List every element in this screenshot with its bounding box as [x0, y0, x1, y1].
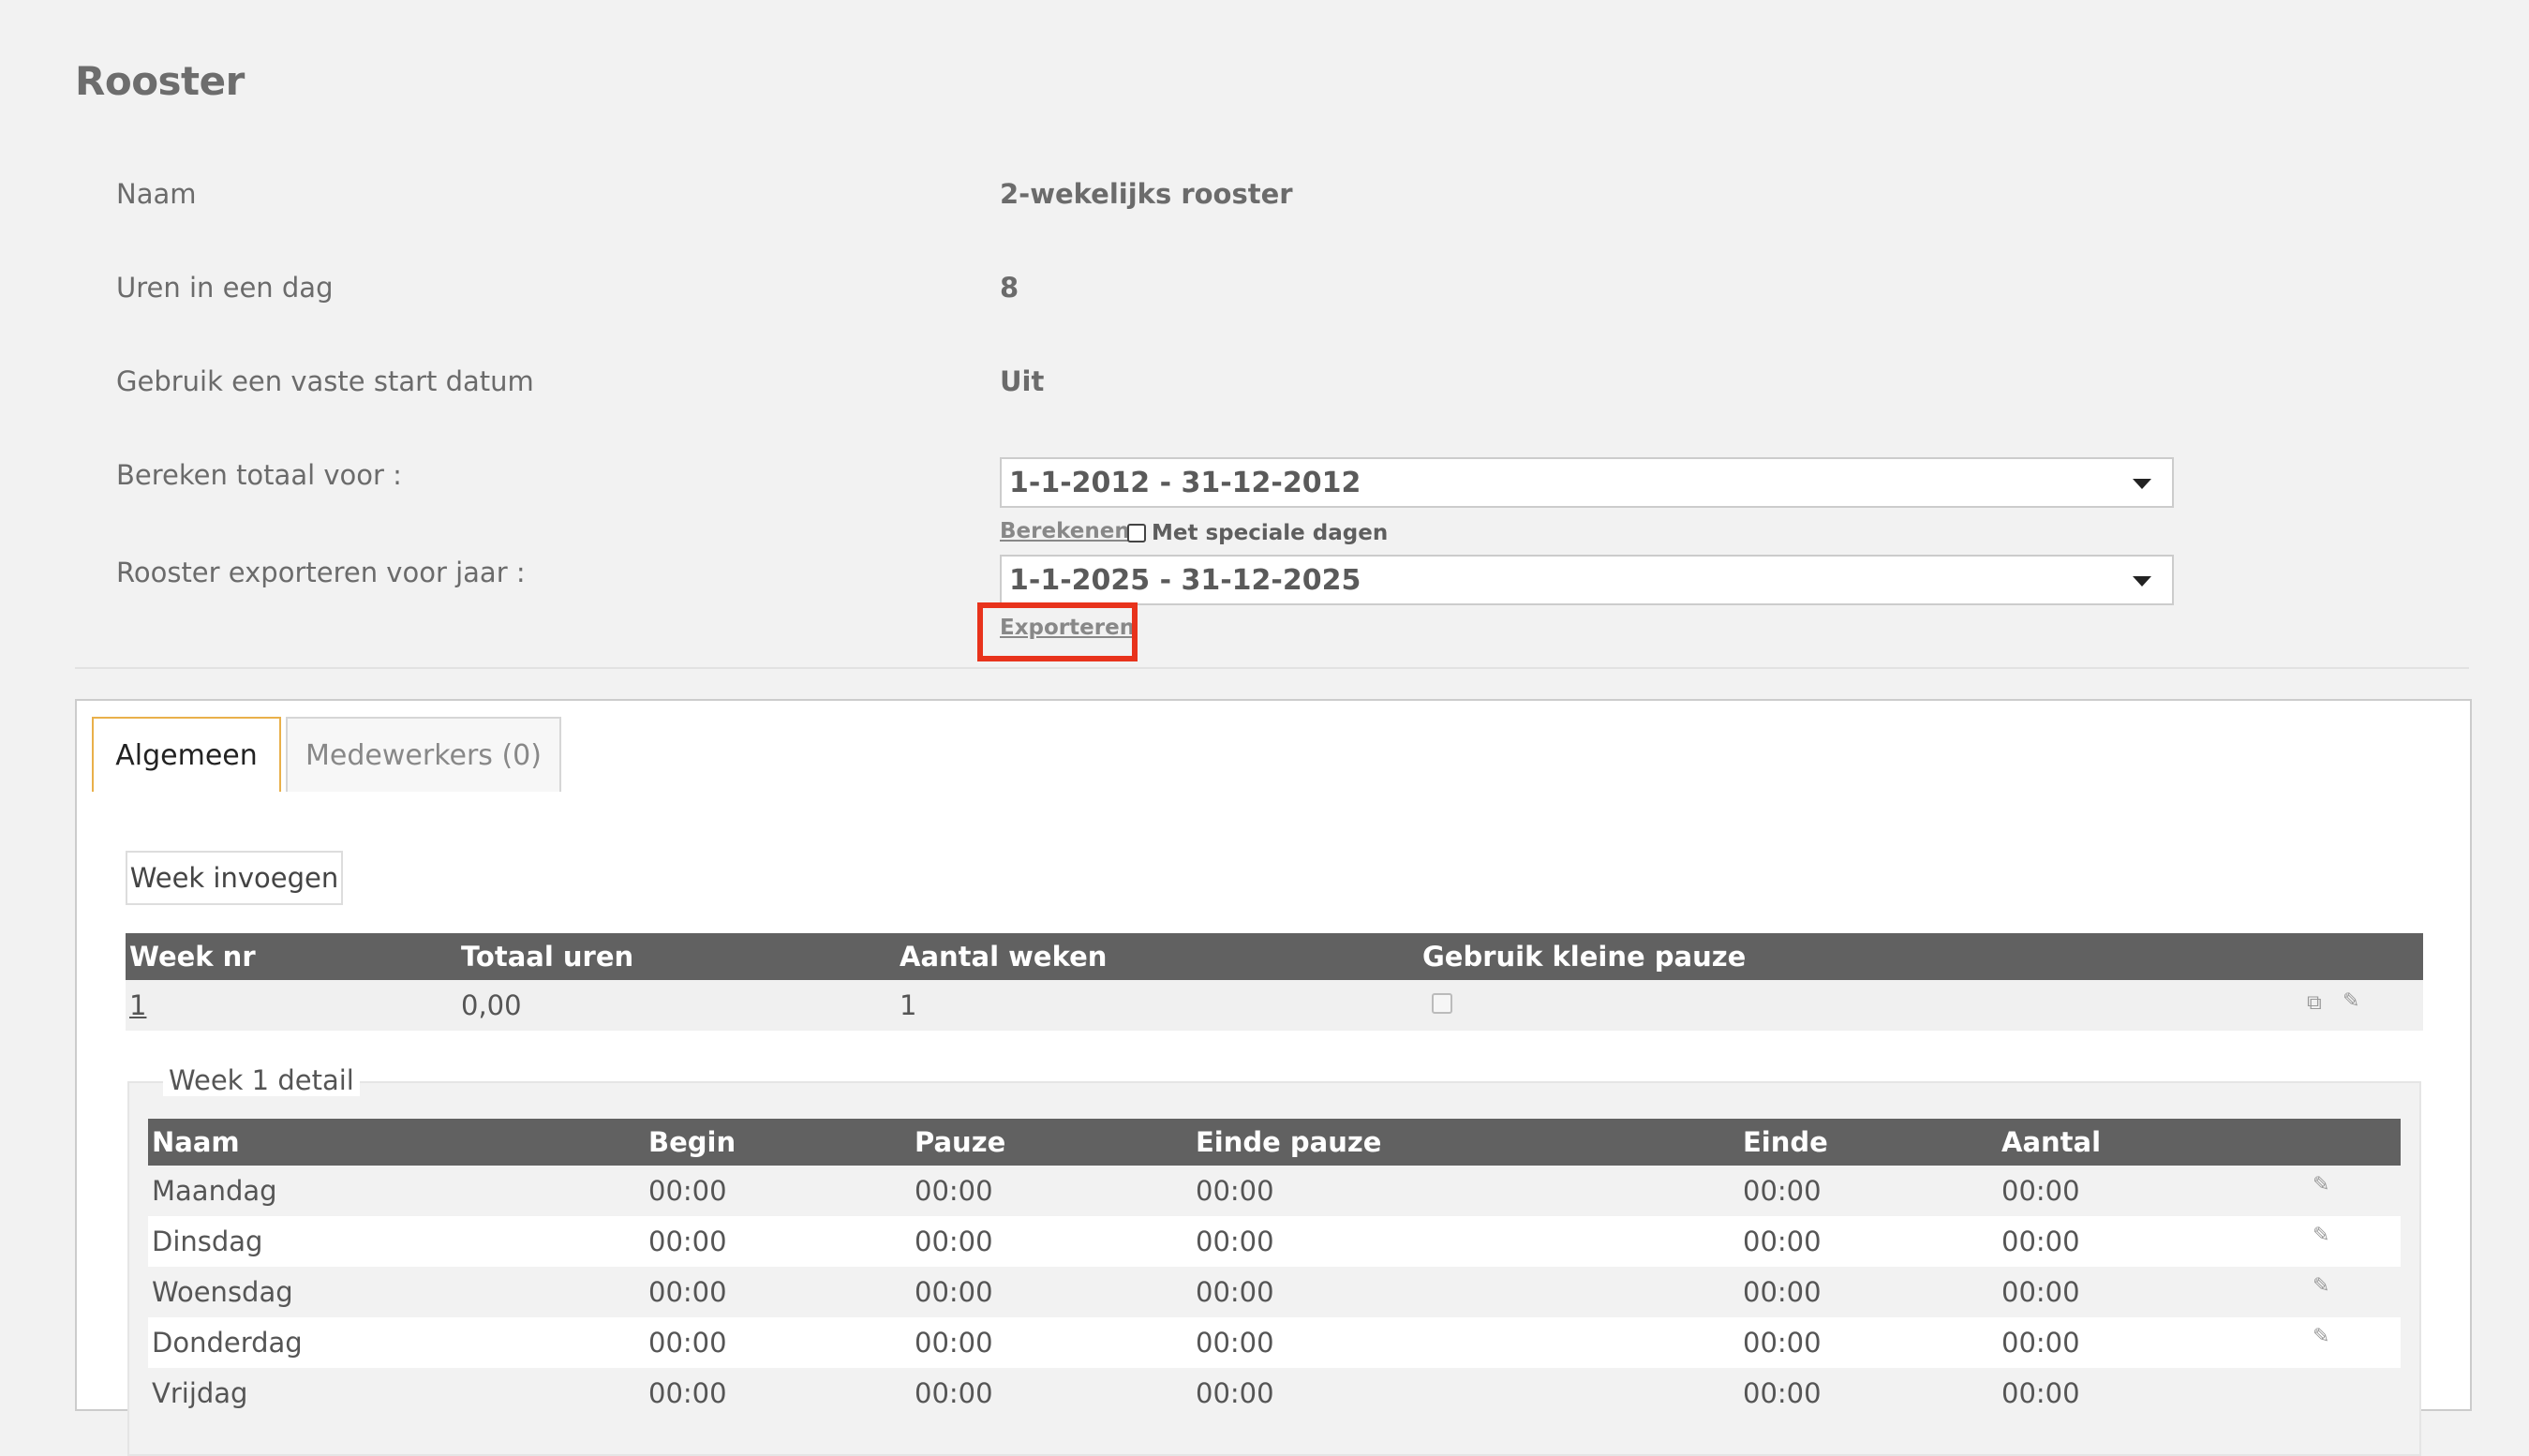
- exporteren-highlight-box: [977, 602, 1138, 661]
- aantal-weken-value: 1: [900, 989, 917, 1021]
- col-einde-pauze: Einde pauze: [1196, 1126, 1382, 1158]
- page-title: Rooster: [75, 58, 245, 104]
- speciale-dagen-label: Met speciale dagen: [1152, 521, 1389, 545]
- uren-value: 8: [1000, 272, 1019, 304]
- naam-label: Naam: [116, 178, 197, 210]
- col-einde: Einde: [1743, 1126, 1828, 1158]
- einde-pauze-cell: 00:00: [1196, 1276, 1274, 1308]
- begin-cell: 00:00: [648, 1327, 727, 1359]
- col-pauze: Pauze: [915, 1126, 1006, 1158]
- einde-cell: 00:00: [1743, 1175, 1822, 1207]
- edit-icon[interactable]: ✎: [2313, 1224, 2329, 1247]
- col-aantal-weken: Aantal weken: [900, 941, 1108, 973]
- week-table-header: Week nr Totaal uren Aantal weken Gebruik…: [126, 933, 2423, 980]
- einde-cell: 00:00: [1743, 1276, 1822, 1308]
- table-row: Dinsdag 00:00 00:00 00:00 00:00 00:00 ✎: [148, 1216, 2401, 1267]
- table-row: Maandag 00:00 00:00 00:00 00:00 00:00 ✎: [148, 1166, 2401, 1216]
- edit-icon[interactable]: ✎: [2313, 1173, 2329, 1196]
- pauze-cell: 00:00: [915, 1327, 993, 1359]
- table-row: Vrijdag 00:00 00:00 00:00 00:00 00:00: [148, 1368, 2401, 1419]
- einde-pauze-cell: 00:00: [1196, 1377, 1274, 1409]
- day-name: Woensdag: [152, 1276, 293, 1308]
- totaal-uren-value: 0,00: [461, 989, 522, 1021]
- pauze-cell: 00:00: [915, 1377, 993, 1409]
- aantal-cell: 00:00: [2001, 1377, 2080, 1409]
- einde-cell: 00:00: [1743, 1226, 1822, 1257]
- speciale-dagen-checkbox-wrap[interactable]: Met speciale dagen: [1127, 521, 1388, 545]
- pauze-cell: 00:00: [915, 1175, 993, 1207]
- pauze-cell: 00:00: [915, 1226, 993, 1257]
- table-row: Woensdag 00:00 00:00 00:00 00:00 00:00 ✎: [148, 1267, 2401, 1317]
- table-row: Donderdag 00:00 00:00 00:00 00:00 00:00 …: [148, 1317, 2401, 1368]
- aantal-cell: 00:00: [2001, 1226, 2080, 1257]
- bereken-label: Bereken totaal voor :: [116, 459, 402, 491]
- edit-icon[interactable]: ✎: [2313, 1325, 2329, 1348]
- exporteren-select[interactable]: 1-1-2025 - 31-12-2025: [1000, 555, 2174, 605]
- einde-pauze-cell: 00:00: [1196, 1226, 1274, 1257]
- week-detail-legend: Week 1 detail: [163, 1064, 360, 1096]
- speciale-dagen-checkbox[interactable]: [1127, 524, 1146, 542]
- chevron-down-icon: [2133, 576, 2151, 587]
- begin-cell: 00:00: [648, 1175, 727, 1207]
- main-panel: Algemeen Medewerkers (0) Week invoegen W…: [75, 699, 2472, 1456]
- aantal-cell: 00:00: [2001, 1175, 2080, 1207]
- col-kleine-pauze: Gebruik kleine pauze: [1422, 941, 1747, 973]
- einde-pauze-cell: 00:00: [1196, 1327, 1274, 1359]
- col-naam: Naam: [152, 1126, 240, 1158]
- naam-value: 2-wekelijks rooster: [1000, 178, 1293, 210]
- begin-cell: 00:00: [648, 1276, 727, 1308]
- col-begin: Begin: [648, 1126, 736, 1158]
- uren-label: Uren in een dag: [116, 272, 334, 304]
- kleine-pauze-checkbox[interactable]: [1432, 993, 1452, 1014]
- aantal-cell: 00:00: [2001, 1276, 2080, 1308]
- vaste-start-value: Uit: [1000, 365, 1045, 397]
- berekenen-link[interactable]: Berekenen: [1000, 519, 1130, 543]
- copy-icon[interactable]: ⧉: [2307, 991, 2322, 1015]
- day-name: Vrijdag: [152, 1377, 248, 1409]
- day-name: Donderdag: [152, 1327, 303, 1359]
- bereken-select[interactable]: 1-1-2012 - 31-12-2012: [1000, 457, 2174, 508]
- einde-cell: 00:00: [1743, 1327, 1822, 1359]
- chevron-down-icon: [2133, 479, 2151, 489]
- week-invoegen-button[interactable]: Week invoegen: [126, 851, 343, 905]
- table-row: 1 0,00 1 ⧉ ✎: [126, 980, 2423, 1031]
- week-nr-link[interactable]: 1: [129, 989, 146, 1021]
- col-week-nr: Week nr: [129, 941, 256, 973]
- einde-pauze-cell: 00:00: [1196, 1175, 1274, 1207]
- tab-algemeen[interactable]: Algemeen: [92, 717, 281, 792]
- tab-medewerkers[interactable]: Medewerkers (0): [286, 717, 561, 792]
- detail-table-header: Naam Begin Pauze Einde pauze Einde Aanta…: [148, 1119, 2401, 1166]
- begin-cell: 00:00: [648, 1226, 727, 1257]
- col-aantal: Aantal: [2001, 1126, 2102, 1158]
- edit-icon[interactable]: ✎: [2313, 1274, 2329, 1298]
- vaste-start-label: Gebruik een vaste start datum: [116, 365, 534, 397]
- col-totaal-uren: Totaal uren: [461, 941, 634, 973]
- pauze-cell: 00:00: [915, 1276, 993, 1308]
- bereken-select-value: 1-1-2012 - 31-12-2012: [1009, 466, 1361, 499]
- exporteren-label: Rooster exporteren voor jaar :: [116, 557, 526, 588]
- begin-cell: 00:00: [648, 1377, 727, 1409]
- day-name: Maandag: [152, 1175, 277, 1207]
- edit-icon[interactable]: ✎: [2343, 989, 2359, 1013]
- einde-cell: 00:00: [1743, 1377, 1822, 1409]
- section-divider: [75, 667, 2469, 669]
- day-name: Dinsdag: [152, 1226, 263, 1257]
- aantal-cell: 00:00: [2001, 1327, 2080, 1359]
- exporteren-select-value: 1-1-2025 - 31-12-2025: [1009, 563, 1361, 597]
